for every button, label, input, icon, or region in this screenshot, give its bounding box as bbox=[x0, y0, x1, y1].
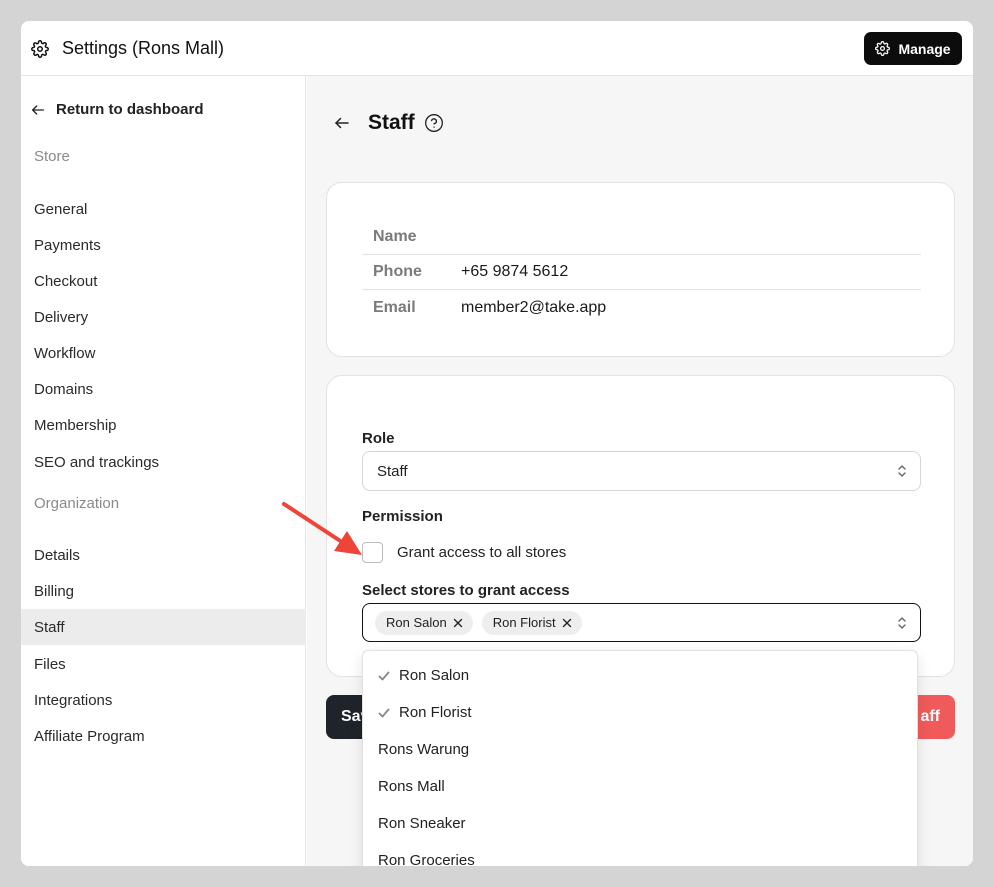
close-icon[interactable] bbox=[453, 618, 463, 628]
select-stores-label: Select stores to grant access bbox=[362, 582, 570, 599]
page-header: Staff bbox=[333, 111, 444, 135]
window-title: Settings (Rons Mall) bbox=[62, 38, 225, 58]
role-permission-card: Role Staff Permission Grant access to al… bbox=[326, 375, 955, 677]
sidebar-item-seo-and-trackings[interactable]: SEO and trackings bbox=[21, 444, 306, 480]
dropdown-option-rons-mall[interactable]: Rons Mall bbox=[363, 768, 917, 805]
stores-multiselect[interactable]: Ron Salon Ron Florist bbox=[362, 603, 921, 642]
sidebar-section-organization: Organization bbox=[34, 495, 120, 512]
sidebar-item-files[interactable]: Files bbox=[21, 646, 306, 682]
manage-button-label: Manage bbox=[898, 40, 951, 57]
sidebar-item-staff[interactable]: Staff bbox=[21, 609, 306, 645]
info-row-name: Name bbox=[362, 220, 921, 255]
info-label: Name bbox=[373, 228, 417, 245]
manage-button[interactable]: Manage bbox=[864, 32, 962, 65]
sidebar-item-general[interactable]: General bbox=[21, 191, 306, 227]
info-value: member2@take.app bbox=[461, 298, 607, 316]
dropdown-option-ron-sneaker[interactable]: Ron Sneaker bbox=[363, 805, 917, 842]
sidebar-item-payments[interactable]: Payments bbox=[21, 227, 306, 263]
dropdown-option-label: Ron Groceries bbox=[378, 852, 475, 866]
dropdown-option-ron-groceries[interactable]: Ron Groceries bbox=[363, 842, 917, 866]
sidebar-item-affiliate-program[interactable]: Affiliate Program bbox=[21, 718, 306, 754]
dropdown-option-ron-florist[interactable]: Ron Florist bbox=[363, 694, 917, 731]
return-to-dashboard-link[interactable]: Return to dashboard bbox=[30, 101, 204, 118]
role-select-value: Staff bbox=[377, 462, 408, 480]
sidebar-item-domains[interactable]: Domains bbox=[21, 371, 306, 407]
chevron-up-down-icon bbox=[898, 616, 906, 629]
sidebar-section-store: Store bbox=[34, 148, 70, 165]
stores-dropdown: Ron Salon Ron Florist Rons Warung Rons M… bbox=[362, 650, 918, 866]
dropdown-option-label: Ron Florist bbox=[399, 704, 472, 721]
sidebar-item-delivery[interactable]: Delivery bbox=[21, 299, 306, 335]
dropdown-option-label: Ron Salon bbox=[399, 667, 470, 684]
staff-info-table: Name Phone +65 9874 5612 Email member2@t… bbox=[362, 220, 921, 325]
sidebar-item-integrations[interactable]: Integrations bbox=[21, 682, 306, 718]
store-chip: Ron Florist bbox=[481, 610, 582, 635]
dropdown-option-label: Ron Sneaker bbox=[378, 815, 466, 832]
store-chip-label: Ron Salon bbox=[386, 615, 447, 630]
info-label: Email bbox=[373, 298, 416, 316]
info-row-phone: Phone +65 9874 5612 bbox=[362, 255, 921, 290]
arrow-left-icon bbox=[31, 104, 44, 115]
close-icon[interactable] bbox=[562, 618, 572, 628]
gear-icon bbox=[875, 41, 891, 56]
gear-icon bbox=[31, 40, 49, 58]
role-select[interactable]: Staff bbox=[362, 451, 921, 491]
top-bar: Settings (Rons Mall) Manage bbox=[21, 21, 973, 76]
annotation-arrow-icon bbox=[282, 502, 362, 555]
sidebar: Return to dashboard Store General Paymen… bbox=[21, 76, 306, 866]
staff-info-card: Name Phone +65 9874 5612 Email member2@t… bbox=[326, 182, 955, 357]
arrow-left-icon[interactable] bbox=[333, 114, 351, 132]
grant-all-stores-label: Grant access to all stores bbox=[397, 544, 567, 561]
page-title: Staff bbox=[368, 111, 415, 134]
store-chip-label: Ron Florist bbox=[492, 615, 556, 630]
dropdown-option-rons-warung[interactable]: Rons Warung bbox=[363, 731, 917, 768]
dropdown-option-ron-salon[interactable]: Ron Salon bbox=[363, 657, 917, 694]
sidebar-item-membership[interactable]: Membership bbox=[21, 407, 306, 443]
selected-stores: Ron Salon Ron Florist bbox=[375, 610, 591, 635]
sidebar-item-workflow[interactable]: Workflow bbox=[21, 335, 306, 371]
grant-all-stores-row: Grant access to all stores bbox=[362, 542, 566, 563]
settings-window: Settings (Rons Mall) Manage Return to da… bbox=[21, 21, 973, 866]
info-row-email: Email member2@take.app bbox=[362, 290, 921, 325]
return-to-dashboard-label: Return to dashboard bbox=[56, 101, 204, 118]
question-circle-icon[interactable] bbox=[424, 113, 444, 133]
sidebar-item-billing[interactable]: Billing bbox=[21, 573, 306, 609]
sidebar-item-details[interactable]: Details bbox=[21, 537, 306, 573]
store-chip: Ron Salon bbox=[375, 610, 473, 635]
dropdown-option-label: Rons Mall bbox=[378, 778, 445, 795]
check-icon bbox=[378, 708, 390, 717]
sidebar-item-checkout[interactable]: Checkout bbox=[21, 263, 306, 299]
role-label: Role bbox=[362, 430, 395, 447]
info-label: Phone bbox=[373, 263, 422, 280]
dropdown-option-label: Rons Warung bbox=[378, 741, 470, 758]
check-icon bbox=[378, 671, 390, 680]
chevron-up-down-icon bbox=[898, 465, 906, 477]
info-value: +65 9874 5612 bbox=[461, 263, 569, 280]
